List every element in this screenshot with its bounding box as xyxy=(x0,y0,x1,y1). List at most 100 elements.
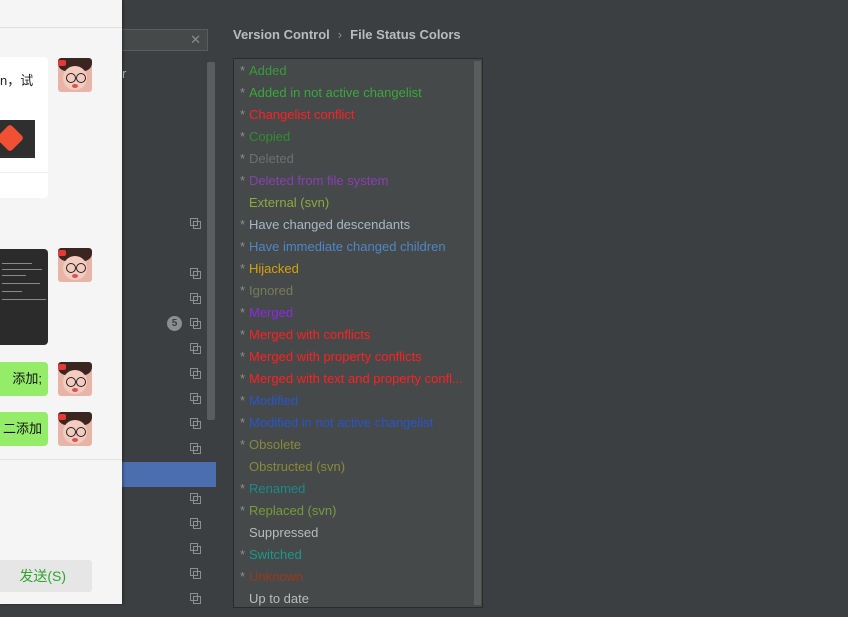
file-status-label: Merged with text and property confl... xyxy=(249,371,463,386)
avatar[interactable] xyxy=(58,362,92,396)
file-status-item[interactable]: Suppressed xyxy=(234,522,472,544)
modified-marker: * xyxy=(240,261,246,276)
file-status-label: Switched xyxy=(249,547,302,562)
file-status-item[interactable]: * Modified in not active changelist xyxy=(234,412,472,434)
copy-settings-icon[interactable] xyxy=(190,268,201,279)
send-button[interactable]: 发送(S) xyxy=(0,560,92,592)
copy-settings-icon[interactable] xyxy=(190,293,201,304)
copy-settings-icon[interactable] xyxy=(190,593,201,604)
file-status-item[interactable]: External (svn) xyxy=(234,192,472,214)
file-status-item[interactable]: * Added in not active changelist xyxy=(234,82,472,104)
modified-marker: * xyxy=(240,283,246,298)
copy-settings-icon[interactable] xyxy=(190,493,201,504)
file-status-label: Modified in not active changelist xyxy=(249,415,434,430)
modified-marker: * xyxy=(240,437,246,452)
file-status-item[interactable]: * Switched xyxy=(234,544,472,566)
file-status-item[interactable]: * Merged with text and property confl... xyxy=(234,368,472,390)
file-status-item[interactable]: * Deleted xyxy=(234,148,472,170)
tree-item-label[interactable]: r xyxy=(122,66,126,81)
modified-marker: * xyxy=(240,415,246,430)
file-status-label: Merged with conflicts xyxy=(249,327,371,342)
tree-item-selected[interactable] xyxy=(122,462,216,487)
file-status-item[interactable]: * Merged with conflicts xyxy=(234,324,472,346)
git-logo-icon[interactable] xyxy=(0,120,35,158)
message-bubble-outgoing[interactable]: 添加; xyxy=(0,362,48,396)
file-status-item[interactable]: * Ignored xyxy=(234,280,472,302)
modified-marker: * xyxy=(240,327,246,342)
settings-search-input[interactable]: ✕ xyxy=(122,29,208,51)
settings-tree: ✕ r 5 xyxy=(122,0,216,617)
file-status-label: External (svn) xyxy=(249,195,330,210)
file-status-item[interactable]: * Have changed descendants xyxy=(234,214,472,236)
file-status-label: Copied xyxy=(249,129,291,144)
file-status-item[interactable]: * Merged with property conflicts xyxy=(234,346,472,368)
file-status-item[interactable]: * Copied xyxy=(234,126,472,148)
file-status-item[interactable]: * Hijacked xyxy=(234,258,472,280)
copy-settings-icon[interactable] xyxy=(190,318,201,329)
copy-settings-icon[interactable] xyxy=(190,393,201,404)
breadcrumb-current: File Status Colors xyxy=(350,27,461,42)
modified-marker: * xyxy=(240,503,246,518)
file-status-item[interactable]: * Unknown xyxy=(234,566,472,588)
modified-marker: * xyxy=(240,63,246,78)
file-status-item[interactable]: * Replaced (svn) xyxy=(234,500,472,522)
modified-marker: * xyxy=(240,569,246,584)
file-status-label: Obsolete xyxy=(249,437,302,452)
file-status-item[interactable]: * Obsolete xyxy=(234,434,472,456)
modified-marker: * xyxy=(240,305,246,320)
file-status-label: Merged with property conflicts xyxy=(249,349,422,364)
modified-marker: * xyxy=(240,85,246,100)
file-status-item[interactable]: * Merged xyxy=(234,302,472,324)
file-status-label: Have immediate changed children xyxy=(249,239,446,254)
file-status-label: Added xyxy=(249,63,287,78)
modified-marker: * xyxy=(240,217,246,232)
file-status-item[interactable]: * Deleted from file system xyxy=(234,170,472,192)
file-status-item[interactable]: Up to date xyxy=(234,588,472,607)
file-status-label: Obstructed (svn) xyxy=(249,459,346,474)
copy-settings-icon[interactable] xyxy=(190,568,201,579)
copy-settings-icon[interactable] xyxy=(190,343,201,354)
file-status-label: Deleted xyxy=(249,151,294,166)
bubble-divider xyxy=(0,172,48,173)
modified-marker: * xyxy=(240,393,246,408)
file-status-item[interactable]: * Changelist conflict xyxy=(234,104,472,126)
modified-marker: * xyxy=(240,173,246,188)
file-status-label: Have changed descendants xyxy=(249,217,411,232)
list-scrollbar[interactable] xyxy=(474,61,481,605)
file-status-item[interactable]: * Modified xyxy=(234,390,472,412)
message-bubble-outgoing[interactable]: 二添加 xyxy=(0,412,48,446)
modified-marker: * xyxy=(240,151,246,166)
modified-marker: * xyxy=(240,239,246,254)
file-status-label: Ignored xyxy=(249,283,294,298)
tree-scrollbar[interactable] xyxy=(207,62,215,420)
modified-marker: * xyxy=(240,481,246,496)
avatar[interactable] xyxy=(58,248,92,282)
copy-settings-icon[interactable] xyxy=(190,218,201,229)
copy-settings-icon[interactable] xyxy=(190,443,201,454)
file-status-label: Changelist conflict xyxy=(249,107,355,122)
file-status-list[interactable]: * Added * Added in not active changelist * Ch… xyxy=(233,58,483,608)
avatar[interactable] xyxy=(58,412,92,446)
copy-settings-icon[interactable] xyxy=(190,418,201,429)
file-status-label: Merged xyxy=(249,305,294,320)
breadcrumb-parent[interactable]: Version Control xyxy=(233,27,330,42)
copy-settings-icon[interactable] xyxy=(190,518,201,529)
modified-marker: * xyxy=(240,349,246,364)
copy-settings-icon[interactable] xyxy=(190,368,201,379)
file-status-label: Hijacked xyxy=(249,261,299,276)
copy-settings-icon[interactable] xyxy=(190,543,201,554)
modified-marker: * xyxy=(240,107,246,122)
input-divider xyxy=(0,459,122,460)
avatar[interactable] xyxy=(58,58,92,92)
chat-header xyxy=(0,0,122,28)
file-status-item[interactable]: * Have immediate changed children xyxy=(234,236,472,258)
file-status-label: Added in not active changelist xyxy=(249,85,422,100)
file-status-label: Suppressed xyxy=(249,525,319,540)
file-status-item[interactable]: * Added xyxy=(234,60,472,82)
close-icon[interactable]: ✕ xyxy=(190,32,201,48)
modified-marker: * xyxy=(240,129,246,144)
file-status-item[interactable]: * Renamed xyxy=(234,478,472,500)
modified-marker: * xyxy=(240,371,246,386)
code-screenshot-thumbnail[interactable] xyxy=(0,249,48,345)
file-status-item[interactable]: Obstructed (svn) xyxy=(234,456,472,478)
